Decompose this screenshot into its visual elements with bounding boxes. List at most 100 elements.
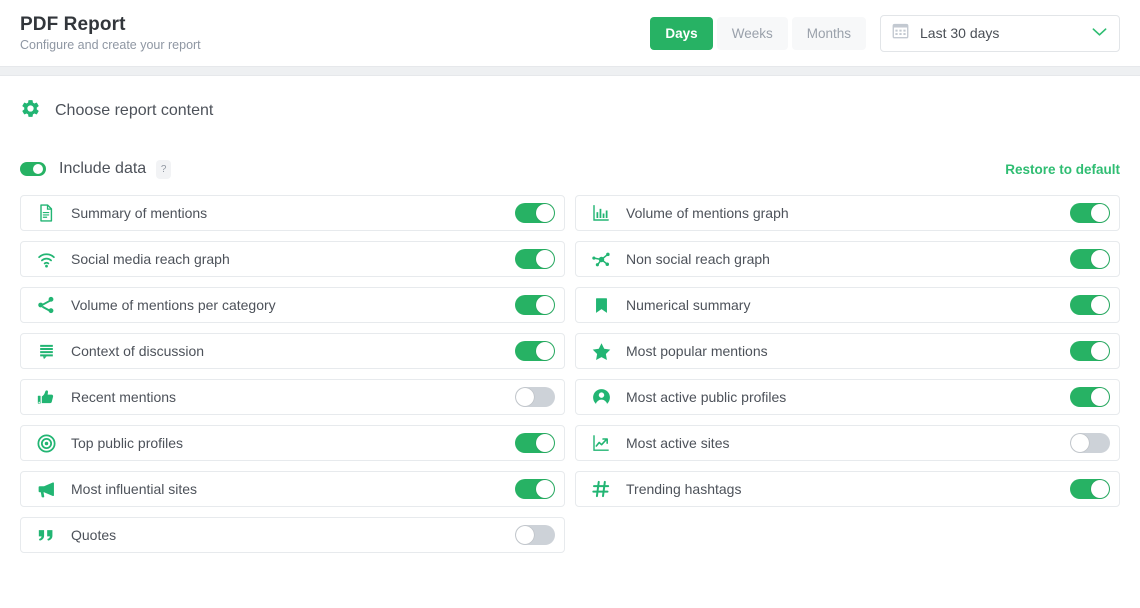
report-option-label: Volume of mentions per category <box>71 297 276 313</box>
document-icon <box>35 202 57 224</box>
include-data-label: Include data <box>59 160 146 178</box>
network-node-icon <box>590 248 612 270</box>
quote-icon <box>35 524 57 546</box>
section-header: Choose report content <box>0 88 1140 134</box>
section-title: Choose report content <box>55 102 213 120</box>
report-option-card[interactable]: Most active sites <box>575 425 1120 461</box>
bar-chart-icon <box>590 202 612 224</box>
toggle-knob <box>536 480 554 498</box>
report-option-card[interactable]: Most influential sites <box>20 471 565 507</box>
header-controls: Days Weeks Months Last 30 days <box>650 15 1120 52</box>
hashtag-icon <box>590 478 612 500</box>
report-option-card[interactable]: Non social reach graph <box>575 241 1120 277</box>
wifi-icon <box>35 248 57 270</box>
report-option-card[interactable]: Social media reach graph <box>20 241 565 277</box>
toggle-knob <box>33 164 43 174</box>
period-segmented-control: Days Weeks Months <box>650 17 866 50</box>
report-option-card[interactable]: Quotes <box>20 517 565 553</box>
page-subtitle: Configure and create your report <box>20 37 201 54</box>
date-range-value: Last 30 days <box>920 25 1092 41</box>
toggle-knob <box>536 250 554 268</box>
page-title: PDF Report <box>20 13 201 36</box>
report-option-card[interactable]: Trending hashtags <box>575 471 1120 507</box>
report-option-toggle[interactable] <box>1070 341 1110 361</box>
period-button-months[interactable]: Months <box>792 17 866 50</box>
report-option-label: Numerical summary <box>626 297 750 313</box>
toggle-knob <box>536 342 554 360</box>
bookmark-icon <box>590 294 612 316</box>
report-option-label: Most active public profiles <box>626 389 786 405</box>
include-data-toggle[interactable] <box>20 162 46 176</box>
page-header: PDF Report Configure and create your rep… <box>0 0 1140 66</box>
toggle-knob <box>1091 296 1109 314</box>
report-option-toggle[interactable] <box>515 387 555 407</box>
toggle-knob <box>536 296 554 314</box>
lines-chat-icon <box>35 340 57 362</box>
report-option-label: Social media reach graph <box>71 251 230 267</box>
report-option-label: Context of discussion <box>71 343 204 359</box>
empty-grid-cell <box>575 517 1120 553</box>
report-option-toggle[interactable] <box>515 433 555 453</box>
report-option-card[interactable]: Most popular mentions <box>575 333 1120 369</box>
toggle-knob <box>1091 480 1109 498</box>
report-option-card[interactable]: Summary of mentions <box>20 195 565 231</box>
report-option-label: Summary of mentions <box>71 205 207 221</box>
report-option-toggle[interactable] <box>515 249 555 269</box>
date-range-picker[interactable]: Last 30 days <box>880 15 1120 52</box>
star-icon <box>590 340 612 362</box>
toggle-knob <box>1091 250 1109 268</box>
report-option-card[interactable]: Recent mentions <box>20 379 565 415</box>
calendar-icon <box>892 22 909 44</box>
period-button-days[interactable]: Days <box>650 17 712 50</box>
toggle-knob <box>536 434 554 452</box>
report-option-card[interactable]: Most active public profiles <box>575 379 1120 415</box>
restore-to-default-link[interactable]: Restore to default <box>1005 162 1120 177</box>
toggle-knob <box>1091 342 1109 360</box>
report-option-label: Volume of mentions graph <box>626 205 789 221</box>
report-option-label: Most popular mentions <box>626 343 768 359</box>
report-option-toggle[interactable] <box>515 479 555 499</box>
report-option-toggle[interactable] <box>1070 295 1110 315</box>
header-titles: PDF Report Configure and create your rep… <box>20 13 201 54</box>
report-option-card[interactable]: Top public profiles <box>20 425 565 461</box>
toggle-knob <box>536 204 554 222</box>
toggle-knob <box>1071 434 1089 452</box>
report-option-toggle[interactable] <box>515 295 555 315</box>
target-icon <box>35 432 57 454</box>
report-option-card[interactable]: Volume of mentions graph <box>575 195 1120 231</box>
help-icon[interactable]: ? <box>156 160 171 179</box>
toggle-knob <box>516 526 534 544</box>
report-option-label: Recent mentions <box>71 389 176 405</box>
report-option-label: Non social reach graph <box>626 251 770 267</box>
report-option-toggle[interactable] <box>515 203 555 223</box>
report-option-toggle[interactable] <box>1070 479 1110 499</box>
report-option-toggle[interactable] <box>515 341 555 361</box>
report-option-toggle[interactable] <box>1070 203 1110 223</box>
report-content-options-grid: Summary of mentions Volume of mentions gr… <box>0 195 1140 553</box>
report-option-label: Top public profiles <box>71 435 183 451</box>
toggle-knob <box>516 388 534 406</box>
report-option-card[interactable]: Numerical summary <box>575 287 1120 323</box>
thumbs-up-icon <box>35 386 57 408</box>
share-icon <box>35 294 57 316</box>
report-option-toggle[interactable] <box>1070 433 1110 453</box>
header-divider <box>0 66 1140 76</box>
include-data-row: Include data ? Restore to default <box>0 152 1140 186</box>
period-button-weeks[interactable]: Weeks <box>717 17 788 50</box>
report-option-toggle[interactable] <box>515 525 555 545</box>
chevron-down-icon[interactable] <box>1092 24 1107 42</box>
report-option-label: Trending hashtags <box>626 481 741 497</box>
report-option-label: Most active sites <box>626 435 729 451</box>
megaphone-icon <box>35 478 57 500</box>
gear-icon <box>20 98 41 124</box>
toggle-knob <box>1091 388 1109 406</box>
report-option-label: Most influential sites <box>71 481 197 497</box>
report-option-toggle[interactable] <box>1070 387 1110 407</box>
user-circle-icon <box>590 386 612 408</box>
report-option-card[interactable]: Volume of mentions per category <box>20 287 565 323</box>
report-option-toggle[interactable] <box>1070 249 1110 269</box>
line-chart-icon <box>590 432 612 454</box>
report-option-card[interactable]: Context of discussion <box>20 333 565 369</box>
report-option-label: Quotes <box>71 527 116 543</box>
toggle-knob <box>1091 204 1109 222</box>
